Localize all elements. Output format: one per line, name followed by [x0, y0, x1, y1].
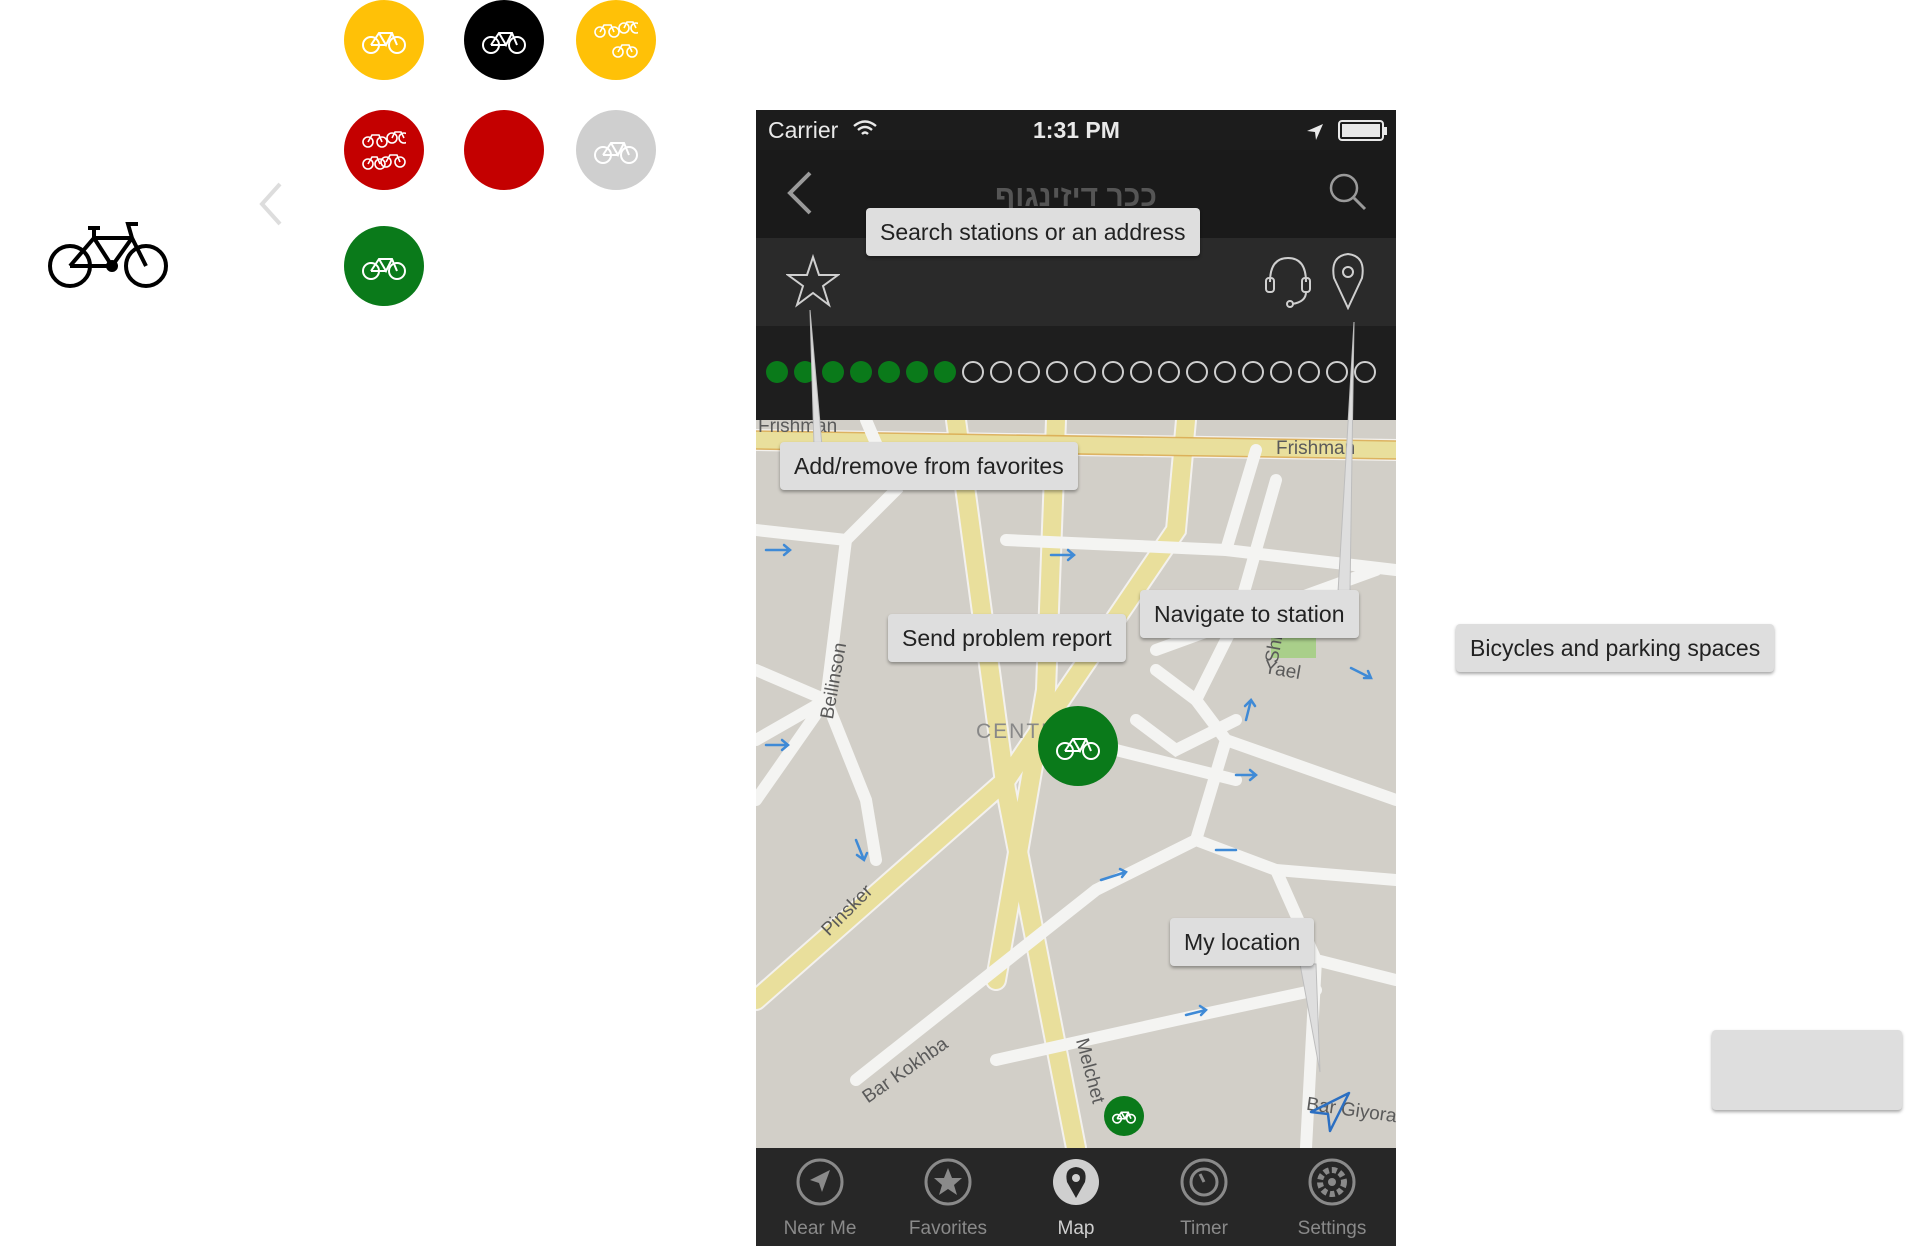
station-cluster-red-icon [344, 110, 424, 190]
location-arrow-icon [796, 1158, 844, 1206]
tooltip-navigate: Navigate to station [1140, 590, 1359, 638]
tab-label: Map [1057, 1218, 1095, 1239]
tab-settings[interactable]: Settings [1268, 1148, 1396, 1246]
map-label-frishman-left: Frishman [758, 420, 838, 437]
dock-empty-dot [1298, 361, 1320, 383]
tab-favorites[interactable]: Favorites [884, 1148, 1012, 1246]
availability-dots [756, 326, 1396, 420]
bike-available-dot [906, 361, 928, 383]
bike-available-dot [766, 361, 788, 383]
bike-available-dot [878, 361, 900, 383]
dock-empty-dot [1130, 361, 1152, 383]
map-view[interactable]: Frishman Frishman Beilinson CENTER Shlom… [756, 420, 1396, 1148]
map-label-frishman-right: Frishman [1276, 438, 1356, 459]
dock-empty-dot [1326, 361, 1348, 383]
station-marker-green-icon [344, 226, 424, 306]
tooltip-favorites: Add/remove from favorites [780, 442, 1078, 490]
tab-map[interactable]: Map [1012, 1148, 1140, 1246]
station-marker-selected[interactable] [1038, 706, 1118, 786]
gear-icon [1308, 1158, 1356, 1206]
dock-empty-dot [1018, 361, 1040, 383]
search-button[interactable] [1328, 172, 1368, 217]
dock-empty-dot [1186, 361, 1208, 383]
location-services-icon [1306, 120, 1324, 147]
wifi-icon [852, 118, 878, 145]
dock-empty-dot [1270, 361, 1292, 383]
dock-empty-dot [990, 361, 1012, 383]
bike-available-dot [934, 361, 956, 383]
tab-label: Timer [1180, 1218, 1228, 1239]
status-bar: Carrier 1:31 PM [756, 110, 1396, 150]
map-pin-icon [1052, 1158, 1100, 1206]
tab-label: Favorites [908, 1218, 988, 1239]
tab-label: Settings [1297, 1218, 1367, 1239]
dock-empty-dot [1242, 361, 1264, 383]
bicycle-icon [48, 218, 170, 290]
dock-empty-dot [1158, 361, 1180, 383]
headset-report-button[interactable] [1262, 252, 1314, 315]
status-time: 1:31 PM [1033, 117, 1120, 143]
tooltip-my-location: My location [1170, 918, 1315, 966]
carrier-label: Carrier [768, 117, 839, 143]
bike-available-dot [794, 361, 816, 383]
empty-tooltip [1712, 1030, 1902, 1110]
dock-empty-dot [962, 361, 984, 383]
dock-empty-dot [1074, 361, 1096, 383]
chevron-left-icon[interactable] [256, 182, 286, 226]
phone-screen: Carrier 1:31 PM ככר דיזינגוף Frishman Fr… [756, 110, 1396, 1246]
station-marker-yellow-icon [344, 0, 424, 80]
navigate-pin-button[interactable] [1330, 252, 1366, 315]
station-marker-grey-icon [576, 110, 656, 190]
tab-bar: Near Me Favorites Map Timer Settings [756, 1148, 1396, 1246]
station-marker-red-empty-icon [464, 110, 544, 190]
bike-available-dot [822, 361, 844, 383]
my-location-button[interactable] [1308, 1090, 1352, 1139]
tooltip-bicycles-parking: Bicycles and parking spaces [1456, 624, 1775, 672]
timer-icon [1180, 1158, 1228, 1206]
tab-near-me[interactable]: Near Me [756, 1148, 884, 1246]
star-icon [924, 1158, 972, 1206]
battery-icon [1338, 120, 1388, 148]
station-cluster-yellow-icon [576, 0, 656, 80]
tooltip-search: Search stations or an address [866, 208, 1200, 256]
dock-empty-dot [1102, 361, 1124, 383]
dock-empty-dot [1214, 361, 1236, 383]
tooltip-problem-report: Send problem report [888, 614, 1126, 662]
dock-empty-dot [1354, 361, 1376, 383]
station-marker-small[interactable] [1104, 1096, 1144, 1136]
dock-empty-dot [1046, 361, 1068, 383]
bike-available-dot [850, 361, 872, 383]
station-marker-black-icon [464, 0, 544, 80]
tab-timer[interactable]: Timer [1140, 1148, 1268, 1246]
favorite-star-button[interactable] [784, 253, 842, 313]
back-button[interactable] [784, 170, 814, 221]
tab-label: Near Me [783, 1218, 857, 1239]
